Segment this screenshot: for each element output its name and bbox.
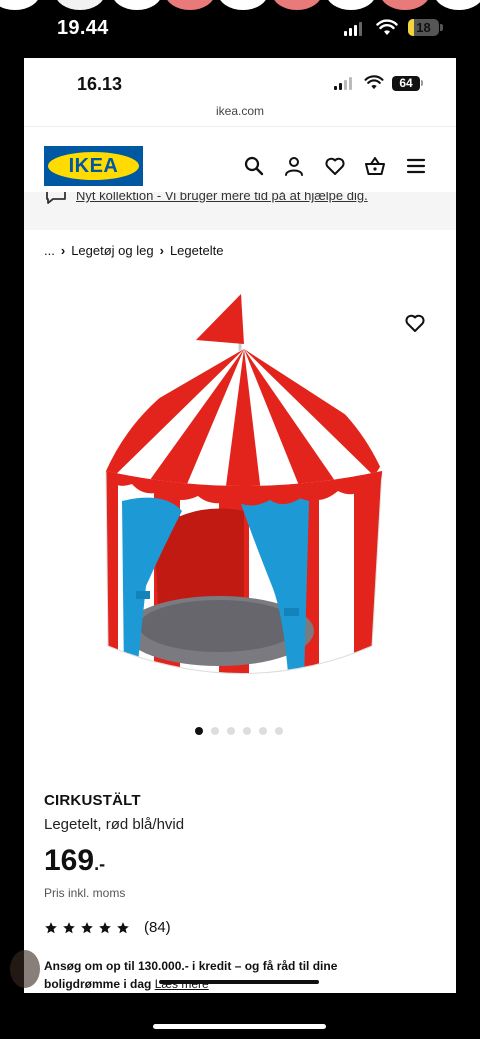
- credit-offer: Ansøg om op til 130.000.- i kredit – og …: [44, 957, 364, 993]
- breadcrumb-item-play-tents[interactable]: Legetelte: [170, 243, 224, 258]
- gallery-pagination[interactable]: [195, 727, 283, 735]
- menu-icon[interactable]: [405, 155, 427, 177]
- gallery-dot[interactable]: [211, 727, 219, 735]
- star-icon: [63, 921, 75, 933]
- gallery-dot[interactable]: [195, 727, 203, 735]
- star-icon: [45, 921, 57, 933]
- outer-status-bar: 19.44 18: [0, 0, 480, 58]
- favorite-icon[interactable]: [404, 312, 426, 334]
- ikea-logo[interactable]: IKEA: [44, 146, 143, 186]
- chevron-right-icon: ›: [60, 243, 66, 258]
- rating-count: (84): [144, 919, 171, 936]
- product-image[interactable]: [84, 286, 404, 716]
- battery-tip: [440, 24, 443, 31]
- background-decoration: [10, 950, 40, 988]
- star-icon: [99, 921, 111, 933]
- wifi-icon: [376, 19, 398, 35]
- logo-text: IKEA: [68, 154, 119, 177]
- phone-screenshot: 16.13 64 ikea.com IKEA Nyt kollektion - …: [24, 58, 456, 993]
- chevron-right-icon: ›: [159, 243, 164, 258]
- battery-tip: [421, 80, 423, 86]
- price-suffix: .-: [94, 854, 106, 874]
- logo-oval: IKEA: [48, 152, 139, 180]
- home-indicator[interactable]: [153, 1024, 326, 1029]
- basket-icon[interactable]: [364, 155, 386, 177]
- cellular-signal-icon: [334, 77, 352, 90]
- gallery-dot[interactable]: [259, 727, 267, 735]
- inner-status-bar: 16.13 64: [24, 58, 456, 108]
- product-description: Legetelt, rød blå/hvid: [44, 816, 185, 833]
- promo-text: Nyt kollektion - Vi bruger mere tid på a…: [76, 192, 368, 203]
- profile-icon[interactable]: [283, 155, 305, 177]
- star-icon: [81, 921, 93, 933]
- chat-icon: [46, 192, 66, 204]
- outer-clock: 19.44: [57, 17, 109, 39]
- address-bar-url[interactable]: ikea.com: [24, 104, 456, 118]
- product-rating[interactable]: (84): [44, 919, 171, 936]
- cellular-signal-icon: [344, 22, 362, 36]
- wifi-icon: [364, 75, 384, 90]
- divider: [24, 126, 456, 127]
- inner-home-indicator: [159, 980, 319, 984]
- gallery-dot[interactable]: [227, 727, 235, 735]
- star-icon: [117, 921, 129, 933]
- breadcrumb-ellipsis[interactable]: ...: [44, 243, 55, 258]
- breadcrumb-item-toys[interactable]: Legetøj og leg: [71, 243, 153, 258]
- product-name: CIRKUSTÄLT: [44, 792, 141, 809]
- price-value: 169: [44, 844, 95, 877]
- breadcrumb: ... › Legetøj og leg › Legetelte: [44, 243, 223, 258]
- heart-icon[interactable]: [324, 155, 346, 177]
- gallery-dot[interactable]: [243, 727, 251, 735]
- promo-banner[interactable]: Nyt kollektion - Vi bruger mere tid på a…: [24, 192, 456, 230]
- search-icon[interactable]: [243, 155, 265, 177]
- battery-level: 18: [416, 20, 431, 35]
- price-note: Pris inkl. moms: [44, 886, 126, 900]
- product-price: 169.-: [44, 844, 105, 878]
- battery-icon: 18: [408, 19, 439, 36]
- battery-icon: 64: [392, 76, 420, 91]
- inner-clock: 16.13: [77, 74, 123, 94]
- gallery-dot[interactable]: [275, 727, 283, 735]
